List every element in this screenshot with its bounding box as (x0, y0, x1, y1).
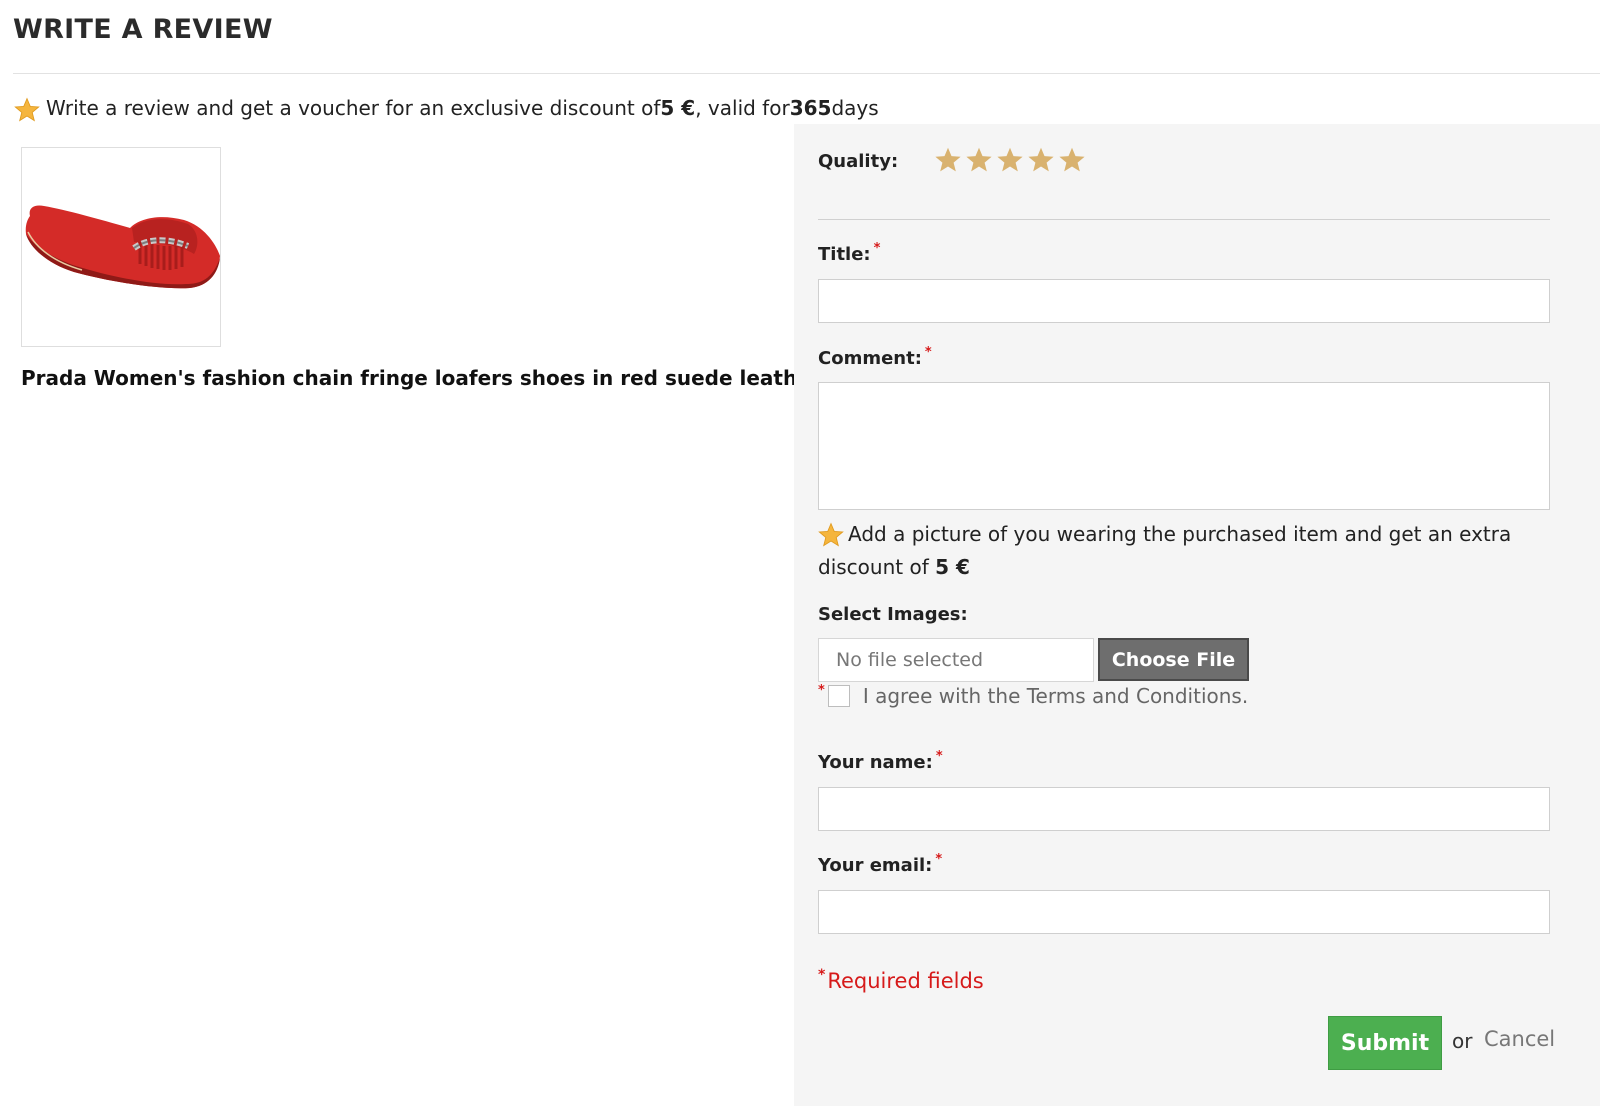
picture-discount-note: Add a picture of you wearing the purchas… (818, 518, 1558, 584)
form-divider (818, 219, 1550, 220)
promo-text-before: Write a review and get a voucher for an … (46, 96, 661, 120)
or-text: or (1452, 1029, 1473, 1053)
required-asterisk: * (924, 345, 932, 360)
promo-text-after: days (831, 96, 879, 120)
submit-button[interactable]: Submit (1328, 1016, 1442, 1070)
file-status: No file selected (818, 638, 1094, 682)
quality-label: Quality: (818, 151, 899, 172)
promo-text-middle: , valid for (695, 96, 790, 120)
promo-days: 365 (789, 96, 832, 120)
title-label: Title: * (818, 241, 881, 265)
required-asterisk: * (935, 852, 943, 867)
product-image[interactable] (21, 147, 221, 347)
star-icon[interactable] (934, 146, 962, 174)
terms-checkbox[interactable] (827, 685, 850, 707)
page-title: WRITE A REVIEW (13, 14, 273, 45)
star-icon (818, 522, 844, 547)
star-icon[interactable] (996, 146, 1024, 174)
cancel-link[interactable]: Cancel (1484, 1027, 1555, 1051)
required-asterisk: * (935, 749, 943, 764)
star-icon[interactable] (1058, 146, 1086, 174)
title-input[interactable] (818, 279, 1550, 323)
required-asterisk: * (818, 682, 825, 698)
promo-discount: 5 € (660, 96, 696, 120)
star-icon[interactable] (1027, 146, 1055, 174)
email-label: Your email: * (818, 852, 943, 876)
comment-label: Comment: * (818, 345, 932, 369)
quality-rating[interactable] (934, 146, 1086, 174)
title-divider (13, 73, 1600, 74)
comment-textarea[interactable] (818, 382, 1550, 510)
name-label: Your name: * (818, 749, 943, 773)
shoe-image (25, 205, 221, 289)
select-images-label: Select Images: (818, 604, 968, 625)
star-icon (14, 97, 40, 122)
terms-agreement: * I agree with the Terms and Conditions. (818, 682, 1248, 709)
terms-label[interactable]: I agree with the Terms and Conditions. (863, 684, 1248, 708)
required-fields-note: *Required fields (818, 967, 984, 993)
choose-file-button[interactable]: Choose File (1098, 638, 1249, 681)
review-form: Quality: Title: * Comment: * Add a picture… (794, 124, 1600, 1106)
required-asterisk: * (818, 967, 826, 983)
picture-note-text: Add a picture of you wearing the purchas… (818, 522, 1512, 579)
product-name[interactable]: Prada Women's fashion chain fringe loafe… (21, 366, 821, 390)
review-promo-banner: Write a review and get a voucher for an … (14, 93, 879, 123)
name-input[interactable] (818, 787, 1550, 831)
email-input[interactable] (818, 890, 1550, 934)
required-asterisk: * (873, 241, 881, 256)
picture-note-discount: 5 € (935, 555, 970, 579)
star-icon[interactable] (965, 146, 993, 174)
